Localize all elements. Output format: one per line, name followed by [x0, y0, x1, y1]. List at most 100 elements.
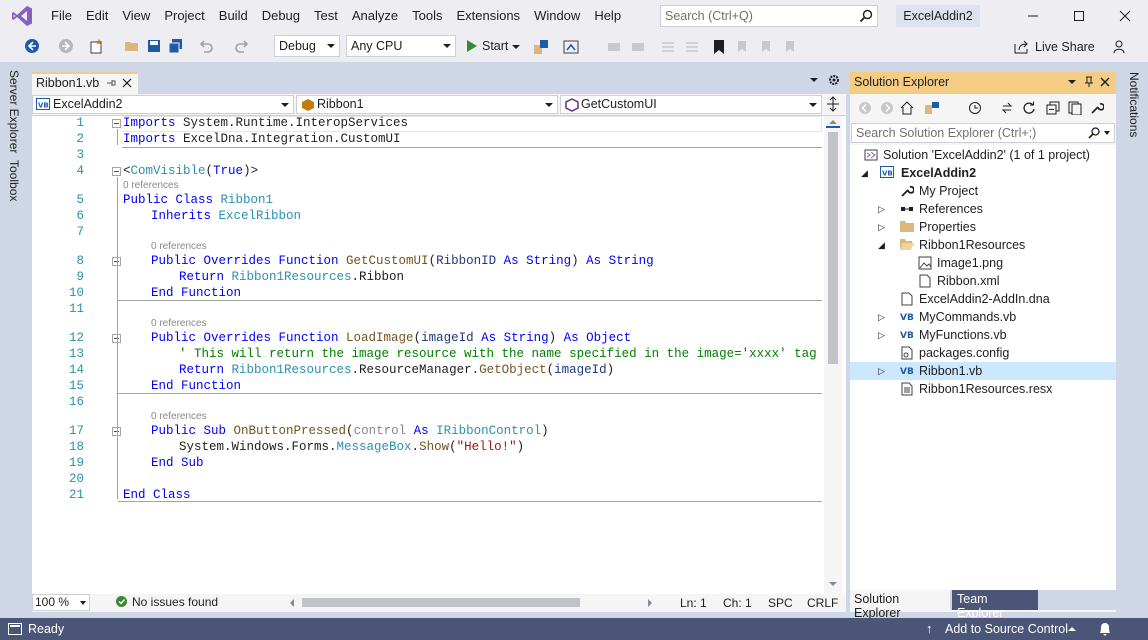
uncomment-lines-icon[interactable] — [684, 39, 700, 55]
browser-link-icon[interactable] — [563, 39, 579, 55]
collapsed-arrow-icon[interactable]: ▷ — [878, 218, 885, 236]
pending-changes-filter-icon[interactable] — [968, 101, 982, 115]
hscroll-right-arrow[interactable] — [648, 599, 652, 607]
bookmark-clear-icon[interactable] — [782, 39, 798, 55]
menu-debug[interactable]: Debug — [255, 0, 307, 32]
horizontal-scroll-thumb[interactable] — [302, 598, 580, 607]
source-control-arrow-icon[interactable] — [1068, 627, 1076, 631]
document-tab-ribbon1-vb[interactable]: Ribbon1.vb — [32, 72, 138, 94]
tree-item-ribbon1-vb[interactable]: ▷ VB Ribbon1.vb — [850, 362, 1116, 380]
new-project-icon[interactable] — [88, 38, 104, 54]
codelens-references[interactable]: 0 references — [151, 241, 207, 252]
start-dropdown-arrow[interactable] — [512, 45, 520, 49]
redo-icon[interactable] — [234, 38, 250, 54]
expanded-arrow-icon[interactable]: ◢ — [878, 236, 885, 254]
bookmark-prev-icon[interactable] — [734, 39, 750, 55]
toolbar-disabled-icon-2[interactable] — [630, 39, 646, 55]
member-nav-dropdown[interactable]: GetCustomUI — [560, 95, 822, 114]
save-all-icon[interactable] — [168, 38, 184, 54]
menu-analyze[interactable]: Analyze — [345, 0, 405, 32]
menu-extensions[interactable]: Extensions — [449, 0, 527, 32]
menu-project[interactable]: Project — [157, 0, 211, 32]
back-icon[interactable] — [24, 38, 40, 54]
split-editor-icon[interactable] — [826, 96, 840, 112]
codelens-references[interactable]: 0 references — [123, 180, 179, 191]
editor-vertical-scrollbar[interactable] — [824, 116, 842, 594]
expanded-arrow-icon[interactable]: ◢ — [861, 164, 868, 182]
tree-item-properties[interactable]: ▷ Properties — [850, 218, 1116, 236]
platform-dropdown[interactable]: Any CPU — [346, 35, 456, 57]
toolbox-tab[interactable]: Toolbox — [3, 160, 25, 210]
back-icon[interactable] — [858, 101, 872, 115]
tree-item-myfunctions-vb[interactable]: ▷ VB MyFunctions.vb — [850, 326, 1116, 344]
collapsed-arrow-icon[interactable]: ▷ — [878, 362, 885, 380]
close-tab-icon[interactable] — [122, 78, 132, 88]
tree-item-packages-config[interactable]: packages.config — [850, 344, 1116, 362]
menu-window[interactable]: Window — [527, 0, 587, 32]
tree-item-project[interactable]: ◢ VB ExcelAddin2 — [850, 164, 1116, 182]
tab-team-explorer[interactable]: Team Explorer — [952, 590, 1038, 620]
bookmark-icon[interactable] — [712, 39, 726, 55]
tree-item-image1-png[interactable]: Image1.png — [850, 254, 1116, 272]
tab-solution-explorer[interactable]: Solution Explorer — [850, 590, 950, 620]
solution-explorer-search-input[interactable]: Search Solution Explorer (Ctrl+;) — [851, 123, 1115, 143]
tree-item-ribbon1resources[interactable]: ◢ Ribbon1Resources — [850, 236, 1116, 254]
menu-build[interactable]: Build — [212, 0, 255, 32]
tree-item-ribbon1resources-resx[interactable]: Ribbon1Resources.resx — [850, 380, 1116, 398]
collapsed-arrow-icon[interactable]: ▷ — [878, 308, 885, 326]
properties-wrench-icon[interactable] — [1090, 101, 1104, 115]
whitespace-indicator[interactable]: SPC — [768, 596, 793, 610]
add-to-source-control-button[interactable]: Add to Source Control — [945, 622, 1068, 636]
home-icon[interactable] — [900, 101, 914, 115]
bookmark-next-icon[interactable] — [758, 39, 774, 55]
sync-icon[interactable] — [1000, 101, 1014, 115]
scroll-down-arrow[interactable] — [829, 582, 837, 586]
scroll-up-arrow[interactable] — [829, 120, 837, 124]
toolbar-disabled-icon-1[interactable] — [606, 39, 622, 55]
tree-item-references[interactable]: ▷ References — [850, 200, 1116, 218]
column-indicator[interactable]: Ch: 1 — [723, 596, 752, 610]
pin-icon[interactable] — [106, 78, 116, 88]
zoom-dropdown[interactable]: 100 % — [32, 594, 90, 611]
show-all-files-icon[interactable] — [1068, 101, 1082, 115]
save-icon[interactable] — [146, 38, 162, 54]
type-nav-dropdown[interactable]: Ribbon1 — [296, 95, 558, 114]
maximize-button[interactable] — [1056, 0, 1102, 32]
start-button[interactable]: Start — [482, 39, 508, 53]
start-play-icon[interactable] — [466, 39, 478, 53]
codelens-references[interactable]: 0 references — [151, 411, 207, 422]
attach-icon[interactable] — [533, 39, 549, 55]
tab-list-dropdown-icon[interactable] — [810, 78, 818, 82]
line-indicator[interactable]: Ln: 1 — [680, 596, 707, 610]
collapse-all-icon[interactable] — [1046, 101, 1060, 115]
configuration-dropdown[interactable]: Debug — [274, 35, 340, 57]
project-nav-dropdown[interactable]: VB ExcelAddin2 — [32, 95, 294, 114]
issues-status[interactable]: No issues found — [132, 595, 218, 609]
collapsed-arrow-icon[interactable]: ▷ — [878, 326, 885, 344]
close-panel-icon[interactable] — [1100, 77, 1110, 87]
menu-edit[interactable]: Edit — [79, 0, 115, 32]
undo-icon[interactable] — [198, 38, 214, 54]
refresh-icon[interactable] — [1022, 101, 1036, 115]
collapsed-arrow-icon[interactable]: ▷ — [878, 200, 885, 218]
search-input[interactable]: Search (Ctrl+Q) — [660, 5, 878, 27]
menu-tools[interactable]: Tools — [405, 0, 449, 32]
fold-toggle[interactable] — [112, 167, 121, 176]
search-options-icon[interactable] — [1104, 131, 1110, 135]
live-share-icon[interactable] — [1014, 40, 1030, 54]
code-area[interactable]: 1 2 3 4 5 6 7 8 9 10 11 12 13 14 15 16 1… — [32, 116, 824, 594]
pin-icon[interactable] — [1084, 76, 1094, 88]
tree-item-addin-dna[interactable]: ExcelAddin2-AddIn.dna — [850, 290, 1116, 308]
menu-help[interactable]: Help — [587, 0, 628, 32]
notifications-tab[interactable]: Notifications — [1123, 72, 1145, 152]
hscroll-left-arrow[interactable] — [290, 599, 294, 607]
switch-views-icon[interactable] — [924, 101, 940, 115]
tree-item-solution[interactable]: Solution 'ExcelAddin2' (1 of 1 project) — [850, 146, 1116, 164]
tree-item-my-project[interactable]: My Project — [850, 182, 1116, 200]
menu-view[interactable]: View — [115, 0, 157, 32]
codelens-references[interactable]: 0 references — [151, 318, 207, 329]
fold-toggle[interactable] — [112, 119, 121, 128]
gear-icon[interactable] — [828, 74, 840, 86]
server-explorer-tab[interactable]: Server Explorer — [3, 70, 25, 156]
close-button[interactable] — [1102, 0, 1148, 32]
